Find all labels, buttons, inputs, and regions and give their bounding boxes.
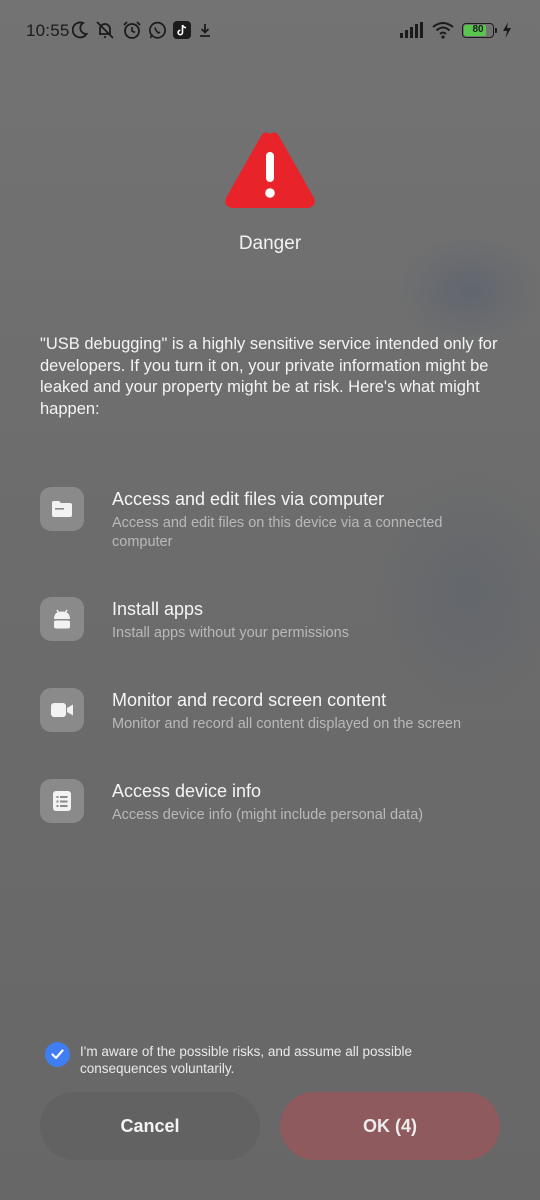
list-item-title: Monitor and record screen content bbox=[112, 690, 387, 710]
charging-icon bbox=[502, 22, 512, 38]
signal-icon bbox=[400, 22, 424, 38]
consent-checkbox[interactable] bbox=[45, 1042, 70, 1067]
list-item-description: Access and edit files on this device via… bbox=[112, 515, 443, 550]
whatsapp-icon bbox=[148, 21, 167, 40]
battery-level: 80 bbox=[472, 23, 484, 35]
download-icon bbox=[197, 21, 213, 39]
android-icon bbox=[40, 597, 84, 641]
wifi-icon bbox=[432, 21, 454, 39]
video-camera-icon bbox=[40, 688, 84, 732]
status-icons-right: 80 bbox=[400, 19, 512, 41]
list-item: Monitor and record screen content Monito… bbox=[40, 688, 510, 758]
alarm-icon bbox=[122, 20, 142, 40]
consent-label[interactable]: I'm aware of the possible risks, and ass… bbox=[80, 1043, 500, 1077]
list-item-description: Monitor and record all content displayed… bbox=[112, 716, 462, 732]
list-item-title: Access and edit files via computer bbox=[112, 489, 385, 509]
intro-text: "USB debugging" is a highly sensitive se… bbox=[40, 335, 498, 418]
checkmark-icon bbox=[51, 1049, 64, 1060]
list-item-title: Access device info bbox=[112, 781, 262, 801]
ok-button[interactable]: OK (4) bbox=[280, 1092, 500, 1160]
list-item-description: Access device info (might include person… bbox=[112, 807, 424, 823]
status-icons-left bbox=[72, 19, 213, 41]
list-item: Install apps Install apps without your p… bbox=[40, 597, 510, 667]
tiktok-icon bbox=[173, 21, 191, 39]
warning-triangle-icon bbox=[222, 128, 318, 217]
page-title: Danger bbox=[238, 233, 302, 254]
list-item: Access and edit files via computer Acces… bbox=[40, 487, 510, 557]
cancel-button[interactable]: Cancel bbox=[40, 1092, 260, 1160]
list-item-title: Install apps bbox=[112, 599, 204, 619]
status-time: 10:55 bbox=[26, 21, 70, 40]
list-item-description: Install apps without your permissions bbox=[112, 625, 349, 641]
moon-icon bbox=[72, 21, 88, 39]
folder-icon bbox=[40, 487, 84, 531]
status-bar: 10:55 80 bbox=[0, 0, 540, 60]
notifications-off-icon bbox=[94, 20, 116, 40]
device-info-icon bbox=[40, 779, 84, 823]
battery-icon: 80 bbox=[462, 22, 497, 38]
list-item: Access device info Access device info (m… bbox=[40, 779, 510, 849]
